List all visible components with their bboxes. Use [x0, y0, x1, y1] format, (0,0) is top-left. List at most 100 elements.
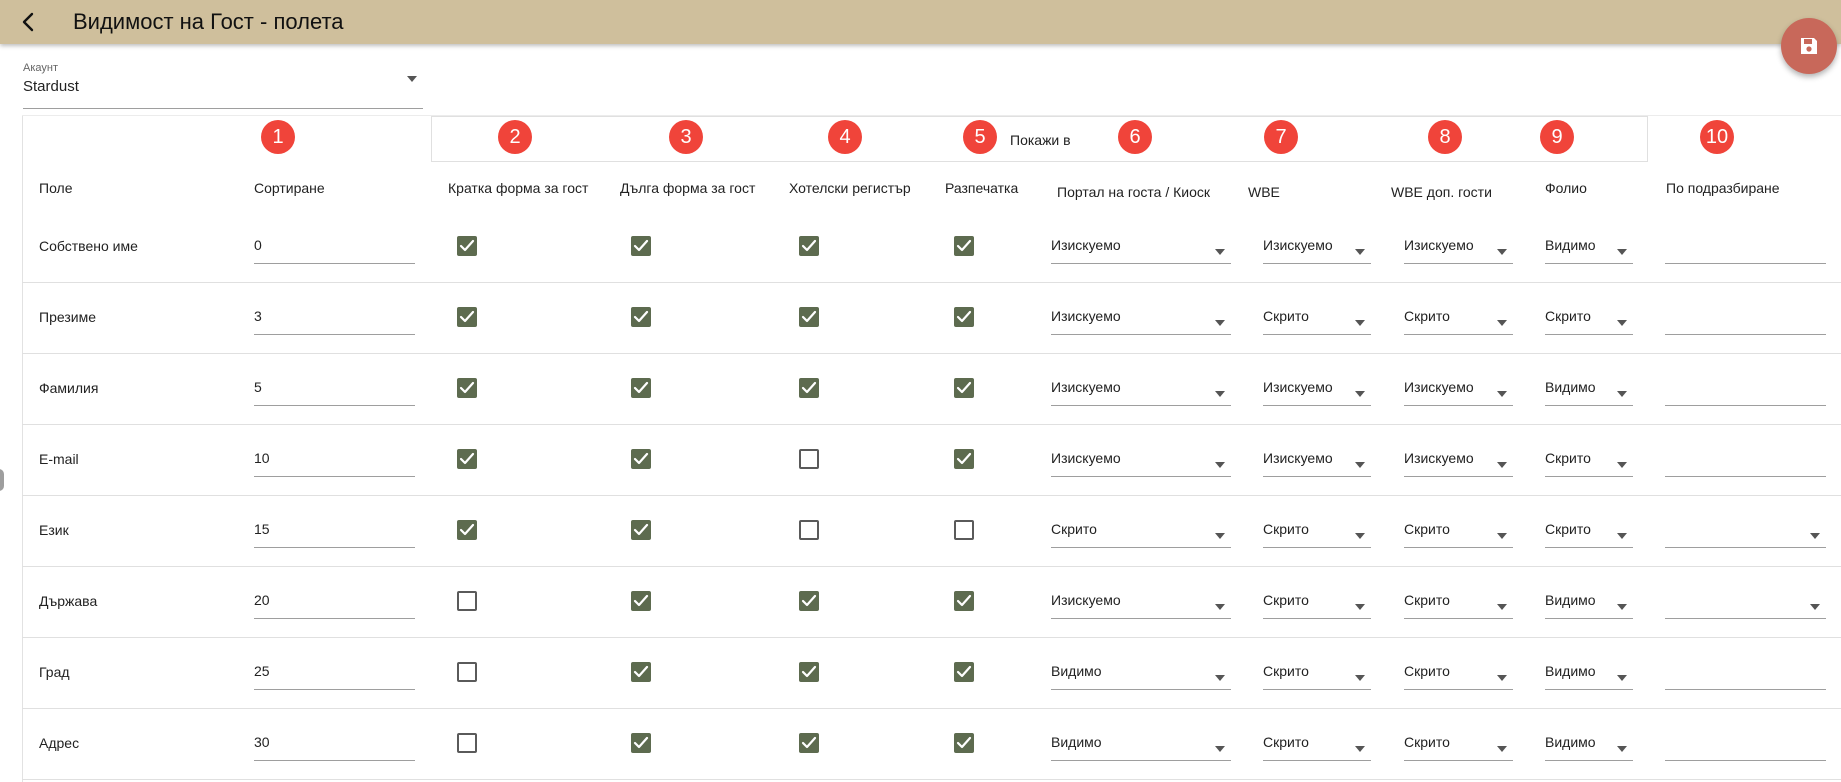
select-portal[interactable]: Изискуемо: [1051, 441, 1231, 477]
checkbox-printout[interactable]: [954, 236, 974, 256]
checkbox-long-form[interactable]: [631, 449, 651, 469]
checkbox-hotel-register[interactable]: [799, 236, 819, 256]
select-wbe[interactable]: Скрито: [1263, 299, 1371, 335]
select-portal[interactable]: Видимо: [1051, 654, 1231, 690]
select-value: Скрито: [1404, 521, 1450, 537]
select-value: Скрито: [1545, 450, 1591, 466]
sort-order-value: 10: [254, 450, 270, 466]
row-field-label: E-mail: [39, 451, 79, 467]
checkbox-printout[interactable]: [954, 449, 974, 469]
select-portal[interactable]: Изискуемо: [1051, 583, 1231, 619]
select-wbe[interactable]: Скрито: [1263, 512, 1371, 548]
select-wbe[interactable]: Изискуемо: [1263, 228, 1371, 264]
default-value-input[interactable]: [1665, 512, 1826, 548]
select-portal[interactable]: Изискуемо: [1051, 299, 1231, 335]
select-folio[interactable]: Скрито: [1545, 299, 1633, 335]
row-field-label: Фамилия: [39, 380, 99, 396]
sort-order-input[interactable]: 5: [254, 370, 415, 406]
default-value-input[interactable]: [1665, 441, 1826, 477]
sort-order-input[interactable]: 20: [254, 583, 415, 619]
checkbox-short-form[interactable]: [457, 449, 477, 469]
checkbox-short-form[interactable]: [457, 378, 477, 398]
select-wbe[interactable]: Изискуемо: [1263, 441, 1371, 477]
select-portal[interactable]: Скрито: [1051, 512, 1231, 548]
checkbox-printout[interactable]: [954, 591, 974, 611]
select-folio[interactable]: Скрито: [1545, 441, 1633, 477]
sort-order-input[interactable]: 0: [254, 228, 415, 264]
checkbox-hotel-register[interactable]: [799, 520, 819, 540]
sort-order-input[interactable]: 10: [254, 441, 415, 477]
caret-down-icon: [1617, 526, 1627, 544]
checkbox-long-form[interactable]: [631, 236, 651, 256]
account-select[interactable]: Акаунт Stardust: [23, 60, 423, 109]
select-folio[interactable]: Видимо: [1545, 583, 1633, 619]
checkbox-short-form[interactable]: [457, 307, 477, 327]
select-wbe[interactable]: Скрито: [1263, 583, 1371, 619]
default-value-input[interactable]: [1665, 583, 1826, 619]
checkmark-icon: [801, 239, 817, 252]
select-folio[interactable]: Видимо: [1545, 725, 1633, 761]
checkbox-hotel-register[interactable]: [799, 662, 819, 682]
checkbox-short-form[interactable]: [457, 662, 477, 682]
select-wbe-extra[interactable]: Изискуемо: [1404, 370, 1513, 406]
select-folio[interactable]: Видимо: [1545, 228, 1633, 264]
select-wbe-extra[interactable]: Скрито: [1404, 512, 1513, 548]
checkbox-short-form[interactable]: [457, 520, 477, 540]
badge-2: 2: [498, 120, 532, 154]
select-wbe-extra[interactable]: Скрито: [1404, 654, 1513, 690]
sort-order-input[interactable]: 25: [254, 654, 415, 690]
checkbox-printout[interactable]: [954, 733, 974, 753]
checkbox-long-form[interactable]: [631, 733, 651, 753]
checkbox-hotel-register[interactable]: [799, 733, 819, 753]
checkbox-printout[interactable]: [954, 378, 974, 398]
checkbox-long-form[interactable]: [631, 591, 651, 611]
select-value: Скрито: [1404, 734, 1450, 750]
checkbox-hotel-register[interactable]: [799, 449, 819, 469]
checkbox-long-form[interactable]: [631, 378, 651, 398]
sort-order-input[interactable]: 30: [254, 725, 415, 761]
checkbox-printout[interactable]: [954, 307, 974, 327]
select-folio[interactable]: Видимо: [1545, 654, 1633, 690]
select-folio[interactable]: Скрито: [1545, 512, 1633, 548]
select-wbe-extra[interactable]: Изискуемо: [1404, 228, 1513, 264]
select-portal[interactable]: Изискуемо: [1051, 370, 1231, 406]
default-value-input[interactable]: [1665, 228, 1826, 264]
default-value-input[interactable]: [1665, 370, 1826, 406]
checkbox-printout[interactable]: [954, 662, 974, 682]
checkmark-icon: [459, 381, 475, 394]
select-wbe[interactable]: Скрито: [1263, 654, 1371, 690]
sort-order-input[interactable]: 15: [254, 512, 415, 548]
checkbox-hotel-register[interactable]: [799, 307, 819, 327]
checkbox-hotel-register[interactable]: [799, 378, 819, 398]
checkbox-long-form[interactable]: [631, 520, 651, 540]
select-value: Скрито: [1263, 592, 1309, 608]
checkbox-printout[interactable]: [954, 520, 974, 540]
save-button[interactable]: [1781, 18, 1837, 74]
select-portal[interactable]: Изискуемо: [1051, 228, 1231, 264]
checkbox-long-form[interactable]: [631, 662, 651, 682]
back-button[interactable]: [12, 6, 44, 38]
select-wbe-extra[interactable]: Скрито: [1404, 583, 1513, 619]
checkbox-short-form[interactable]: [457, 591, 477, 611]
default-value-input[interactable]: [1665, 725, 1826, 761]
badge-7: 7: [1264, 120, 1298, 154]
row-field-label: Град: [39, 664, 70, 680]
checkbox-short-form[interactable]: [457, 733, 477, 753]
default-value-input[interactable]: [1665, 654, 1826, 690]
select-folio[interactable]: Видимо: [1545, 370, 1633, 406]
select-wbe[interactable]: Изискуемо: [1263, 370, 1371, 406]
chevron-left-icon: [22, 12, 34, 32]
scroll-handle[interactable]: [0, 469, 4, 491]
select-wbe[interactable]: Скрито: [1263, 725, 1371, 761]
select-wbe-extra[interactable]: Изискуемо: [1404, 441, 1513, 477]
default-value-input[interactable]: [1665, 299, 1826, 335]
select-wbe-extra[interactable]: Скрито: [1404, 725, 1513, 761]
checkmark-icon: [801, 736, 817, 749]
select-wbe-extra[interactable]: Скрито: [1404, 299, 1513, 335]
checkbox-long-form[interactable]: [631, 307, 651, 327]
select-portal[interactable]: Видимо: [1051, 725, 1231, 761]
checkbox-short-form[interactable]: [457, 236, 477, 256]
sort-order-input[interactable]: 3: [254, 299, 415, 335]
checkbox-hotel-register[interactable]: [799, 591, 819, 611]
caret-down-icon: [1215, 313, 1225, 331]
